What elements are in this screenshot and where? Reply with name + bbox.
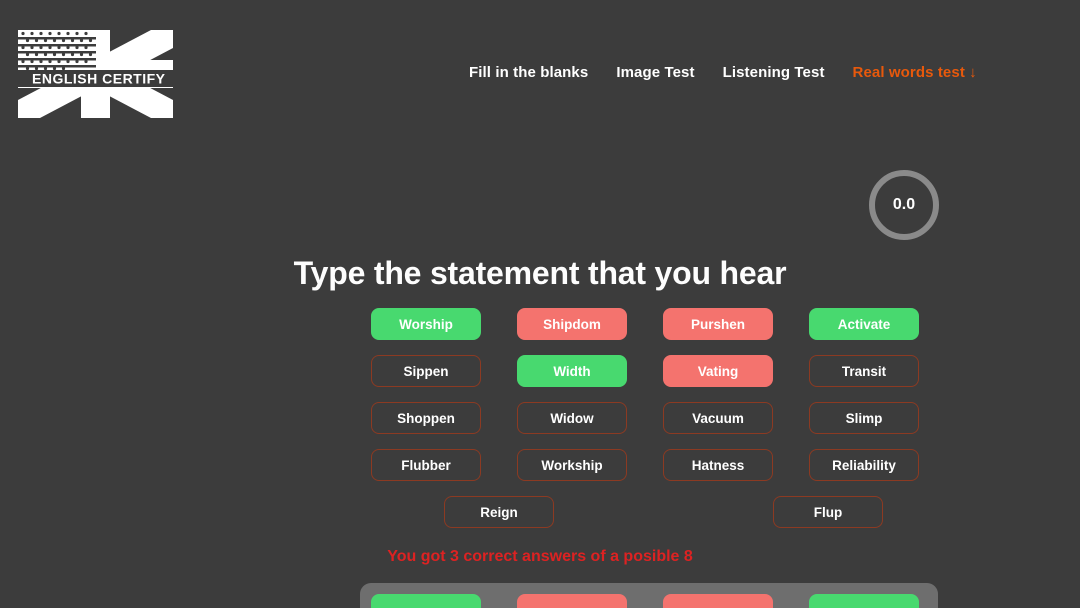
word-button[interactable]: [371, 594, 481, 608]
word-button[interactable]: Workship: [517, 449, 627, 481]
main-navigation: Fill in the blanks Image Test Listening …: [455, 64, 991, 81]
next-test-panel: [360, 583, 938, 608]
page-title: Type the statement that you hear: [293, 255, 787, 291]
page-header: ENGLISH CERTIFY Fill in the blanks Image…: [0, 0, 1080, 150]
word-row: Shoppen Widow Vacuum Slimp: [371, 402, 927, 434]
word-button[interactable]: Vating: [663, 355, 773, 387]
word-button[interactable]: Shoppen: [371, 402, 481, 434]
word-button[interactable]: Purshen: [663, 308, 773, 340]
word-row: [371, 594, 919, 608]
word-button[interactable]: Flubber: [371, 449, 481, 481]
word-button[interactable]: Activate: [809, 308, 919, 340]
result-message: You got 3 correct answers of a posible 8: [387, 548, 693, 565]
logo-wordmark: ENGLISH CERTIFY: [32, 71, 166, 87]
word-button[interactable]: Transit: [809, 355, 919, 387]
word-button[interactable]: Width: [517, 355, 627, 387]
word-button[interactable]: Slimp: [809, 402, 919, 434]
score-value: 0.0: [892, 196, 916, 213]
word-button[interactable]: [663, 594, 773, 608]
nav-item-image-test[interactable]: Image Test: [602, 64, 708, 81]
word-button[interactable]: Flup: [773, 496, 883, 528]
nav-item-fill-in-the-blanks[interactable]: Fill in the blanks: [455, 64, 602, 81]
word-row: Reign Flup: [371, 496, 927, 528]
word-button[interactable]: [809, 594, 919, 608]
word-grid: Worship Shipdom Purshen Activate Sippen …: [371, 308, 927, 543]
word-row: Flubber Workship Hatness Reliability: [371, 449, 927, 481]
word-button[interactable]: Widow: [517, 402, 627, 434]
word-button[interactable]: Vacuum: [663, 402, 773, 434]
brand-logo[interactable]: ENGLISH CERTIFY: [18, 30, 173, 118]
nav-item-listening-test[interactable]: Listening Test: [709, 64, 839, 81]
word-button[interactable]: Reliability: [809, 449, 919, 481]
score-badge: 0.0: [869, 170, 939, 240]
word-button[interactable]: Hatness: [663, 449, 773, 481]
us-uk-flag-logo-icon: ENGLISH CERTIFY: [18, 30, 173, 118]
word-button[interactable]: Reign: [444, 496, 554, 528]
word-button[interactable]: Worship: [371, 308, 481, 340]
word-row: Sippen Width Vating Transit: [371, 355, 927, 387]
nav-item-real-words-test[interactable]: Real words test ↓: [839, 64, 991, 81]
word-row: Worship Shipdom Purshen Activate: [371, 308, 927, 340]
word-button[interactable]: Shipdom: [517, 308, 627, 340]
word-button[interactable]: [517, 594, 627, 608]
word-button[interactable]: Sippen: [371, 355, 481, 387]
